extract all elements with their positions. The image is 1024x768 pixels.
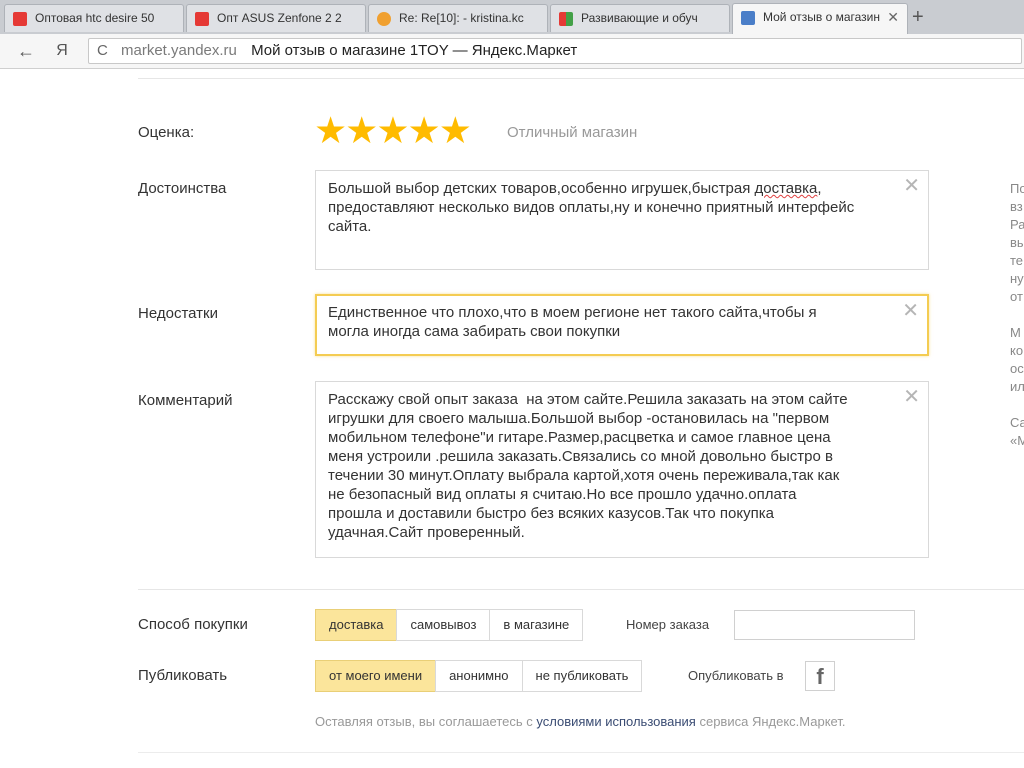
right-cut-line: от xyxy=(1010,289,1023,304)
terms-link[interactable]: условиями использования xyxy=(536,714,695,729)
cons-label: Недостатки xyxy=(138,305,218,322)
purchase-label: Способ покупки xyxy=(138,616,248,633)
comment-text: Расскажу свой опыт заказа на этом сайте.… xyxy=(328,391,848,541)
publish-in-label: Опубликовать в xyxy=(688,668,784,683)
star-icon[interactable]: ★ xyxy=(408,112,441,149)
tab-strip: Оптовая htc desire 50 Опт ASUS Zenfone 2… xyxy=(0,0,1024,35)
right-cut-line: Са xyxy=(1010,415,1024,430)
purchase-option-delivery[interactable]: доставка xyxy=(315,609,398,641)
star-icon[interactable]: ★ xyxy=(439,112,472,149)
star-icon[interactable]: ★ xyxy=(314,112,347,149)
clear-comment-icon[interactable]: ✕ xyxy=(903,386,920,408)
star-icon[interactable]: ★ xyxy=(345,112,378,149)
terms-notice: Оставляя отзыв, вы соглашаетесь с услови… xyxy=(315,714,845,729)
close-tab-icon[interactable]: ✕ xyxy=(887,4,899,31)
clear-pros-icon[interactable]: ✕ xyxy=(903,175,920,197)
right-cut-line: ил xyxy=(1010,379,1024,394)
right-cut-line: вз xyxy=(1010,199,1023,214)
terms-text-before: Оставляя отзыв, вы соглашаетесь с xyxy=(315,714,533,729)
tab-3-favicon-icon xyxy=(377,12,391,26)
tab-4-favicon-icon xyxy=(559,12,573,26)
reload-icon[interactable]: C xyxy=(97,39,108,63)
right-cut-line xyxy=(1010,306,1024,324)
tab-5-active[interactable]: Мой отзыв о магазин ✕ xyxy=(732,3,908,34)
tab-1-favicon-icon xyxy=(13,12,27,26)
back-arrow-icon[interactable]: ← xyxy=(14,34,38,68)
rating-text: Отличный магазин xyxy=(507,124,638,141)
publish-option-my-name[interactable]: от моего имени xyxy=(315,660,437,692)
tab-1[interactable]: Оптовая htc desire 50 xyxy=(4,4,184,32)
tab-2[interactable]: Опт ASUS Zenfone 2 2 xyxy=(186,4,366,32)
cons-textarea[interactable]: Единственное что плохо,что в моем регион… xyxy=(315,294,929,356)
cons-text: Единственное что плохо,что в моем регион… xyxy=(328,304,817,340)
purchase-option-pickup[interactable]: самовывоз xyxy=(396,609,491,641)
tab-4[interactable]: Развивающие и обуч xyxy=(550,4,730,32)
pros-textarea[interactable]: Большой выбор детских товаров,особенно и… xyxy=(315,170,929,270)
tab-2-title: Опт ASUS Zenfone 2 2 xyxy=(217,11,342,25)
tab-1-title: Оптовая htc desire 50 xyxy=(35,11,155,25)
right-cut-line: По xyxy=(1010,181,1024,196)
url-domain: market.yandex.ru xyxy=(121,42,237,59)
rating-stars[interactable]: ★★★★★ xyxy=(314,112,472,149)
terms-text-after: сервиса Яндекс.Маркет. xyxy=(699,714,846,729)
purchase-option-in-store[interactable]: в магазине xyxy=(489,609,584,641)
tab-5-favicon-icon xyxy=(741,11,755,25)
right-cut-line: «М xyxy=(1010,433,1024,448)
right-sidebar-cut-text: По вз Ра вы те ну от М ко ос ил Са «М xyxy=(1010,180,1024,450)
purchase-method-toggle: доставка самовывоз в магазине xyxy=(315,609,584,641)
pros-text: Большой выбор детских товаров,особенно и… xyxy=(328,180,751,197)
publish-label: Публиковать xyxy=(138,667,228,684)
tab-5-title: Мой отзыв о магазин xyxy=(763,10,880,24)
comment-textarea[interactable]: Расскажу свой опыт заказа на этом сайте.… xyxy=(315,381,929,558)
right-cut-line xyxy=(1010,396,1024,414)
tab-3-title: Re: Re[10]: - kristina.kc xyxy=(399,11,524,25)
clear-cons-icon[interactable]: ✕ xyxy=(902,300,919,322)
right-cut-line: те xyxy=(1010,253,1024,268)
right-cut-line: М xyxy=(1010,325,1021,340)
url-field[interactable]: C market.yandex.ru Мой отзыв о магазине … xyxy=(88,38,1022,64)
tab-4-title: Развивающие и обуч xyxy=(581,11,698,25)
pros-spell-word: доставка xyxy=(754,180,818,197)
order-number-input[interactable] xyxy=(734,610,915,640)
tab-3[interactable]: Re: Re[10]: - kristina.kc xyxy=(368,4,548,32)
right-cut-line: ос xyxy=(1010,361,1024,376)
url-page-title: Мой отзыв о магазине 1TOY — Яндекс.Марке… xyxy=(251,42,578,59)
pros-label: Достоинства xyxy=(138,180,227,197)
yandex-logo-icon[interactable]: Я xyxy=(52,34,72,68)
star-icon[interactable]: ★ xyxy=(376,112,409,149)
publish-option-anonymous[interactable]: анонимно xyxy=(435,660,523,692)
divider xyxy=(138,752,1024,753)
right-cut-line: Ра xyxy=(1010,217,1024,232)
divider xyxy=(138,78,1024,79)
publish-toggle: от моего имени анонимно не публиковать xyxy=(315,660,643,692)
rating-label: Оценка: xyxy=(138,124,195,141)
comment-label: Комментарий xyxy=(138,392,233,409)
right-cut-line: вы xyxy=(1010,235,1024,250)
order-number-label: Номер заказа xyxy=(626,617,710,632)
right-cut-line: ну xyxy=(1010,271,1024,286)
facebook-icon[interactable]: f xyxy=(805,661,835,691)
new-tab-button[interactable]: + xyxy=(912,4,924,30)
address-bar: ← Я C market.yandex.ru Мой отзыв о магаз… xyxy=(0,34,1024,69)
divider xyxy=(138,589,1024,590)
right-cut-line: ко xyxy=(1010,343,1024,358)
publish-option-none[interactable]: не публиковать xyxy=(521,660,643,692)
tab-2-favicon-icon xyxy=(195,12,209,26)
